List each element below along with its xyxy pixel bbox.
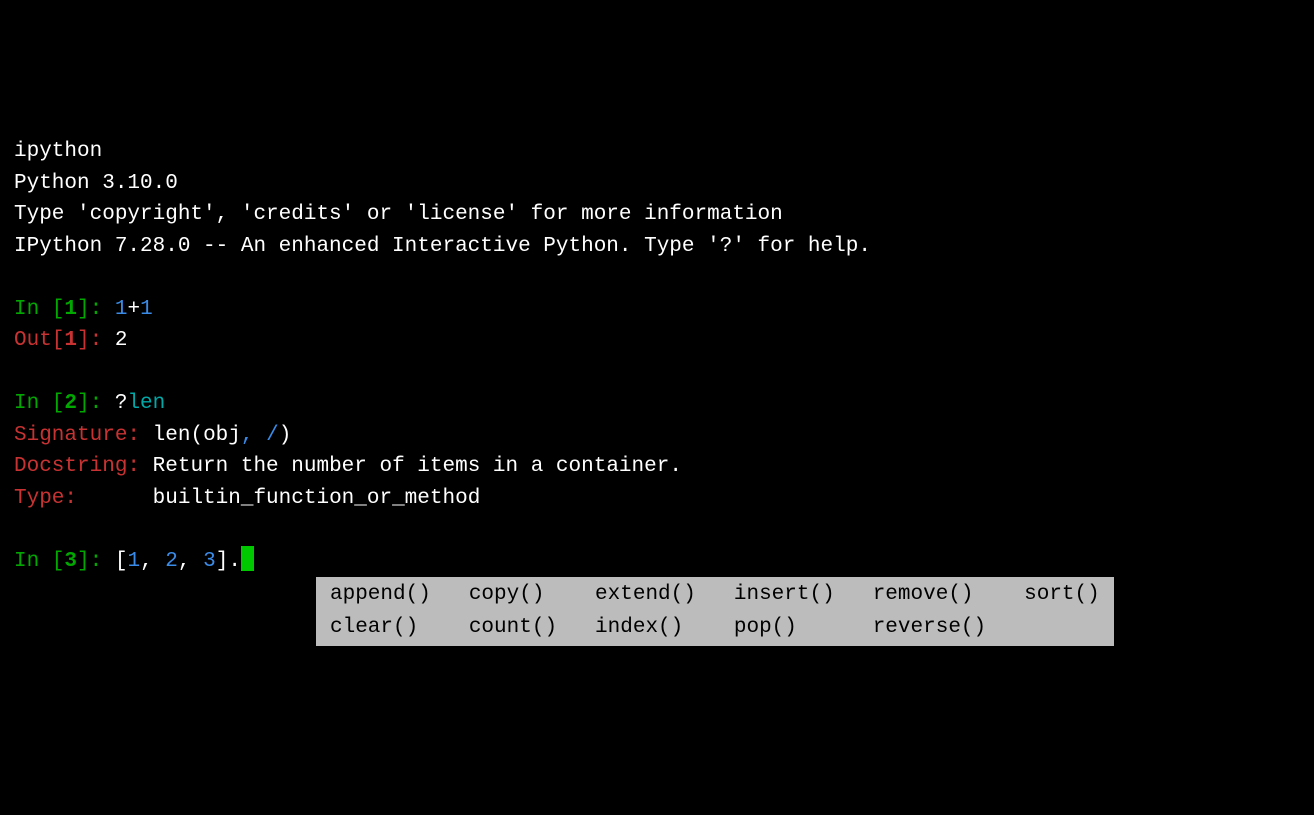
docstring-line: Docstring: Return the number of items in…: [14, 455, 682, 478]
input-expr-2[interactable]: ?len: [115, 392, 165, 415]
completion-item[interactable]: extend(): [595, 579, 734, 612]
command-line: ipython: [14, 140, 102, 163]
completion-menu[interactable]: append()copy()extend()insert()remove()so…: [316, 577, 1114, 646]
completion-item[interactable]: copy(): [469, 579, 595, 612]
completion-item[interactable]: pop(): [734, 612, 873, 645]
completion-item[interactable]: append(): [330, 579, 469, 612]
input-expr-3[interactable]: [1, 2, 3].: [115, 550, 241, 573]
ipython-info: IPython 7.28.0 -- An enhanced Interactiv…: [14, 235, 871, 258]
copyright-line: Type 'copyright', 'credits' or 'license'…: [14, 203, 783, 226]
blank-line: [14, 357, 1300, 389]
completion-item[interactable]: sort(): [1024, 579, 1100, 612]
in-prompt-1: In [1]:: [14, 298, 115, 321]
completion-item[interactable]: count(): [469, 612, 595, 645]
in-prompt-2: In [2]:: [14, 392, 115, 415]
type-line: Type: builtin_function_or_method: [14, 487, 480, 510]
completion-item[interactable]: clear(): [330, 612, 469, 645]
cursor-icon: [241, 546, 254, 571]
out-prompt-1: Out[1]:: [14, 329, 115, 352]
completion-item[interactable]: remove(): [873, 579, 1024, 612]
python-version: Python 3.10.0: [14, 172, 178, 195]
in-prompt-3: In [3]:: [14, 550, 115, 573]
completion-item[interactable]: index(): [595, 612, 734, 645]
input-expr-1[interactable]: 1+1: [115, 298, 153, 321]
signature-line: Signature: len(obj, /): [14, 424, 291, 447]
completion-item[interactable]: insert(): [734, 579, 873, 612]
completion-item[interactable]: reverse(): [873, 612, 1024, 645]
output-value-1: 2: [115, 329, 128, 352]
blank-line: [14, 514, 1300, 546]
blank-line: [14, 262, 1300, 294]
terminal[interactable]: ipython Python 3.10.0 Type 'copyright', …: [14, 136, 1300, 658]
